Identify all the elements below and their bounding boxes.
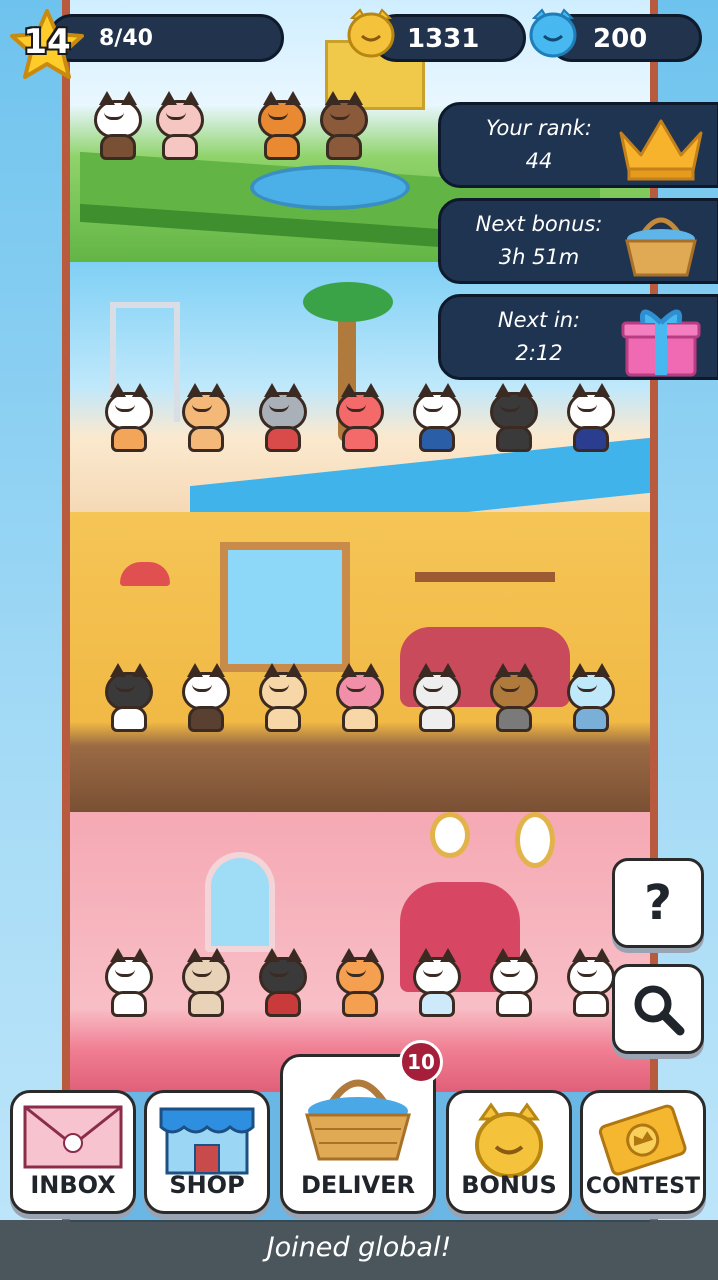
question-mark-icon: ? (644, 875, 672, 931)
shop-label: SHOP (169, 1171, 245, 1199)
bonus-button[interactable]: BONUS (446, 1090, 572, 1214)
basket-icon (625, 217, 697, 277)
ceiling-lamp (120, 562, 170, 586)
help-button[interactable]: ? (612, 858, 704, 948)
cat-straw-hat[interactable] (255, 383, 311, 454)
inbox-label: INBOX (30, 1171, 116, 1199)
gift-box-icon (621, 309, 701, 377)
bonus-timer: 3h 51m (498, 245, 580, 269)
contest-button[interactable]: CONTEST (580, 1090, 706, 1214)
cat-snorkel[interactable] (486, 383, 542, 454)
book-shelf (415, 572, 555, 582)
cat-fluffy-cream[interactable] (255, 663, 311, 734)
storefront-icon (159, 1107, 255, 1175)
cat-black-white[interactable] (101, 663, 157, 734)
rank-panel[interactable]: Your rank: 44 (438, 102, 718, 188)
next-gift-panel[interactable]: Next in: 2:12 (438, 294, 718, 380)
bonus-label: BONUS (461, 1171, 557, 1199)
deliver-count-badge: 10 (399, 1040, 443, 1084)
rank-label: Your rank: (485, 116, 593, 140)
next-gift-timer: 2:12 (515, 341, 563, 365)
beach-cats (70, 383, 650, 454)
toast-notification: Joined global! (0, 1220, 718, 1280)
cat-white-blue[interactable] (409, 948, 465, 1019)
deliver-label: DELIVER (301, 1171, 415, 1199)
cat-unicorn-winged[interactable] (563, 948, 619, 1019)
magnifier-icon (634, 985, 685, 1036)
coin-count: 1331 (407, 24, 480, 54)
cat-coin-icon (347, 8, 395, 58)
floor-pink-room[interactable] (70, 812, 650, 1092)
level-number: 14 (23, 22, 71, 62)
cat-cow-costume[interactable] (90, 91, 146, 162)
cat-siamese[interactable] (178, 948, 234, 1019)
contest-label: CONTEST (585, 1174, 701, 1199)
next-gift-label: Next in: (497, 308, 581, 332)
shop-button[interactable]: SHOP (144, 1090, 270, 1214)
cat-ginger-hair[interactable] (409, 383, 465, 454)
bonus-panel[interactable]: Next bonus: 3h 51m (438, 198, 718, 284)
rank-value: 44 (525, 149, 553, 173)
portrait-frame (515, 812, 555, 868)
inbox-button[interactable]: INBOX (10, 1090, 136, 1214)
cat-sun-hat[interactable] (563, 383, 619, 454)
cat-coin-icon (475, 1102, 543, 1178)
level-progress-text: 8/40 (99, 26, 153, 51)
pond (250, 165, 410, 210)
gem-count: 200 (593, 24, 648, 54)
cat-gem-icon (529, 8, 577, 58)
cat-black-sweater[interactable] (255, 948, 311, 1019)
cat-fishbowl[interactable] (563, 663, 619, 734)
cat-chips-bag[interactable] (332, 663, 388, 734)
cat-orange-persian[interactable] (332, 948, 388, 1019)
living-window (220, 542, 350, 672)
cat-rooster-costume[interactable] (254, 91, 310, 162)
crown-icon (619, 119, 703, 181)
cat-explorer-hat[interactable] (486, 663, 542, 734)
cat-red-sunburn[interactable] (332, 383, 388, 454)
cat-unicorn-pink[interactable] (486, 948, 542, 1019)
cat-white-patch[interactable] (178, 663, 234, 734)
envelope-icon (23, 1105, 123, 1169)
bonus-label: Next bonus: (475, 212, 603, 236)
cat-pig-costume[interactable] (152, 91, 208, 162)
cat-calico-float[interactable] (101, 383, 157, 454)
contest-ticket-icon (598, 1104, 687, 1176)
arched-window (205, 852, 275, 952)
pink-room-cats (70, 948, 650, 1019)
floor-living-room[interactable] (70, 512, 650, 812)
delivery-basket-icon (305, 1079, 411, 1161)
toast-message: Joined global! (266, 1232, 452, 1263)
portrait-frame (430, 812, 470, 858)
cat-white-fluffy[interactable] (101, 948, 157, 1019)
living-cats (70, 663, 650, 734)
cat-orange-tabby[interactable] (178, 383, 234, 454)
cat-mummy[interactable] (409, 663, 465, 734)
search-button[interactable] (612, 964, 704, 1054)
cat-horse-costume[interactable] (316, 91, 372, 162)
